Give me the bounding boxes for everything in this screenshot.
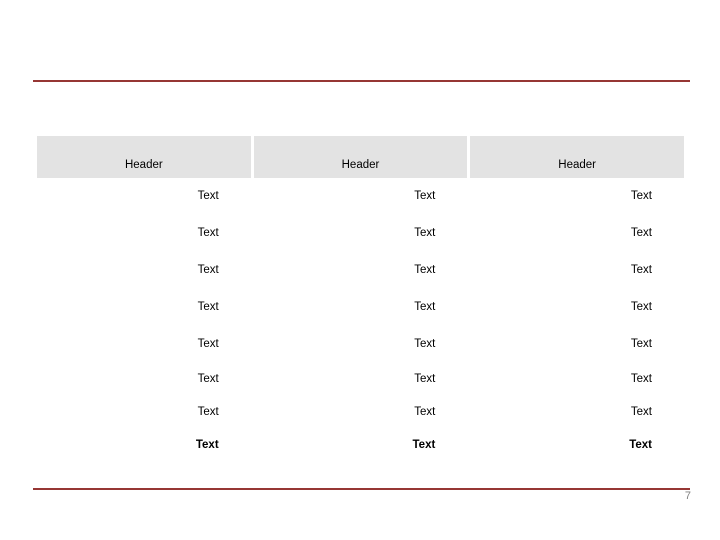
bottom-divider-rule — [33, 488, 690, 490]
slide-canvas: Header Header Header Text Text Text Text… — [0, 0, 720, 540]
table-cell: Text — [414, 406, 436, 419]
table-row: Text Text Text — [37, 178, 684, 215]
column-header-3[interactable]: Header — [470, 136, 684, 178]
column-header-2[interactable]: Header — [253, 136, 468, 178]
table-row: Text Text Text — [37, 215, 684, 252]
table-cell: Text — [197, 338, 219, 351]
table-cell: Text — [197, 227, 219, 240]
top-divider-rule — [33, 80, 690, 82]
table-cell: Text — [414, 338, 436, 351]
table-total-row: Text Text Text — [37, 429, 684, 462]
table-row: Text Text Text — [37, 363, 684, 396]
table-body: Text Text Text Text Text Text Text Text … — [37, 178, 684, 462]
table-row: Text Text Text — [37, 252, 684, 289]
table-cell: Text — [197, 264, 219, 277]
table-total-cell: Text — [195, 439, 219, 452]
table-cell: Text — [197, 406, 219, 419]
page-number: 7 — [684, 490, 691, 502]
table-cell: Text — [630, 301, 652, 314]
table-cell: Text — [630, 190, 652, 203]
content-table: Header Header Header Text Text Text Text… — [34, 136, 687, 462]
table-cell: Text — [414, 373, 436, 386]
table-cell: Text — [414, 227, 436, 240]
table-cell: Text — [630, 373, 652, 386]
table-cell: Text — [414, 264, 436, 277]
table-cell: Text — [630, 338, 652, 351]
table-cell: Text — [414, 301, 436, 314]
table-header-row: Header Header Header — [37, 136, 684, 178]
table-cell: Text — [630, 264, 652, 277]
table-row: Text Text Text — [37, 326, 684, 363]
table-cell: Text — [630, 227, 652, 240]
table-cell: Text — [197, 301, 219, 314]
table-cell: Text — [414, 190, 436, 203]
column-header-1[interactable]: Header — [37, 136, 251, 178]
table-row: Text Text Text — [37, 396, 684, 429]
table-row: Text Text Text — [37, 289, 684, 326]
table-cell: Text — [630, 406, 652, 419]
table-cell: Text — [197, 373, 219, 386]
table-total-cell: Text — [629, 439, 652, 452]
table-header-row-group: Header Header Header — [37, 136, 684, 178]
table-cell: Text — [197, 190, 219, 203]
table-total-cell: Text — [412, 439, 436, 452]
